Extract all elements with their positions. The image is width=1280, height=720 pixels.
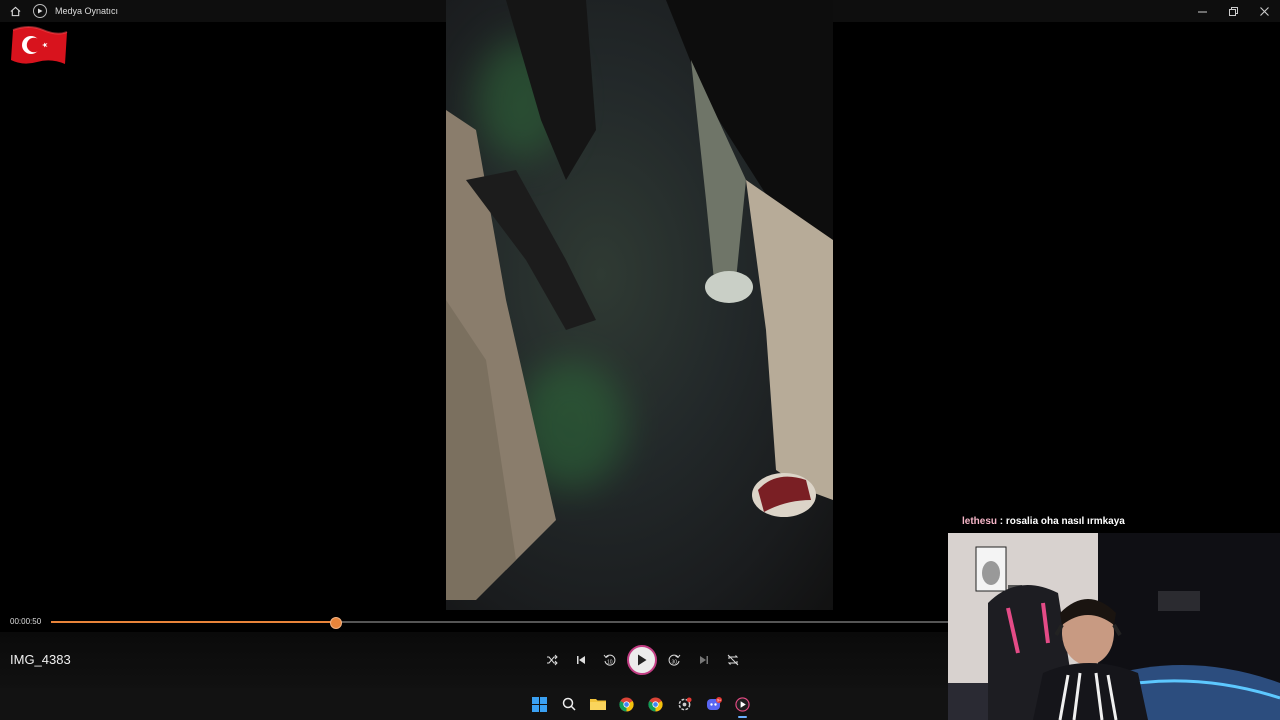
current-time: 00:00:50 <box>10 617 42 626</box>
chrome-icon <box>619 696 634 712</box>
start-button[interactable] <box>525 693 554 715</box>
control-bar: IMG_4383 10 30 <box>0 632 948 688</box>
windows-start-icon <box>532 696 547 712</box>
seek-progress <box>51 621 335 623</box>
settings-icon <box>678 696 692 710</box>
chat-separator: : <box>997 516 1006 527</box>
turkish-flag-image <box>11 26 68 64</box>
svg-text:10: 10 <box>607 659 613 665</box>
seek-bar[interactable] <box>51 617 948 629</box>
previous-button[interactable] <box>566 649 595 671</box>
file-explorer-icon <box>589 699 606 710</box>
play-button[interactable] <box>627 645 657 675</box>
media-player-icon <box>33 4 47 18</box>
previous-icon <box>576 656 585 664</box>
restore-icon <box>1229 6 1238 16</box>
restore-button[interactable] <box>1218 0 1249 22</box>
chrome-icon <box>648 696 663 712</box>
chat-text: rosalia oha nasıl ırmkaya <box>1005 516 1125 527</box>
search-icon <box>562 697 576 711</box>
media-title: IMG_4383 <box>10 652 71 667</box>
video-content <box>446 0 833 600</box>
media-player-icon <box>735 696 750 712</box>
shuffle-button[interactable] <box>537 649 566 671</box>
taskbar: 9+ <box>0 688 948 720</box>
minimize-icon <box>1198 11 1207 12</box>
forward-30-button[interactable]: 30 <box>660 649 689 671</box>
svg-text:30: 30 <box>672 659 678 665</box>
search-button[interactable] <box>554 693 583 715</box>
settings-button[interactable] <box>670 693 699 715</box>
next-icon <box>699 656 708 664</box>
minimize-button[interactable] <box>1187 0 1218 22</box>
next-button[interactable] <box>689 649 718 671</box>
rewind-10-button[interactable]: 10 <box>595 649 624 671</box>
chat-message: lethesu : rosalia oha nasıl ırmkaya <box>962 516 1125 527</box>
discord-badge: 9+ <box>717 698 721 702</box>
webcam-feed <box>948 533 1280 720</box>
chat-username: lethesu <box>962 516 998 527</box>
webcam-image <box>948 533 1280 720</box>
app-title: Medya Oynatıcı <box>55 6 119 16</box>
home-button[interactable] <box>0 0 30 22</box>
discord-button[interactable]: 9+ <box>699 693 728 715</box>
shuffle-icon <box>546 654 558 666</box>
seek-row: 00:00:50 <box>0 612 948 632</box>
close-button[interactable] <box>1249 0 1280 22</box>
chrome-button-2[interactable] <box>641 693 670 715</box>
chrome-button[interactable] <box>612 693 641 715</box>
seek-thumb[interactable] <box>330 617 342 629</box>
repeat-off-icon <box>727 654 738 666</box>
repeat-button[interactable] <box>718 649 747 671</box>
playback-controls: 10 30 <box>537 645 747 675</box>
home-icon <box>10 6 20 16</box>
close-icon <box>1260 6 1269 16</box>
rewind-10-icon: 10 <box>603 654 616 666</box>
media-player-taskbar-button[interactable] <box>728 693 757 718</box>
play-icon <box>638 654 647 666</box>
forward-30-icon: 30 <box>668 654 681 666</box>
file-explorer-button[interactable] <box>583 693 612 715</box>
video-frame[interactable] <box>446 0 833 610</box>
discord-icon: 9+ <box>706 696 722 710</box>
